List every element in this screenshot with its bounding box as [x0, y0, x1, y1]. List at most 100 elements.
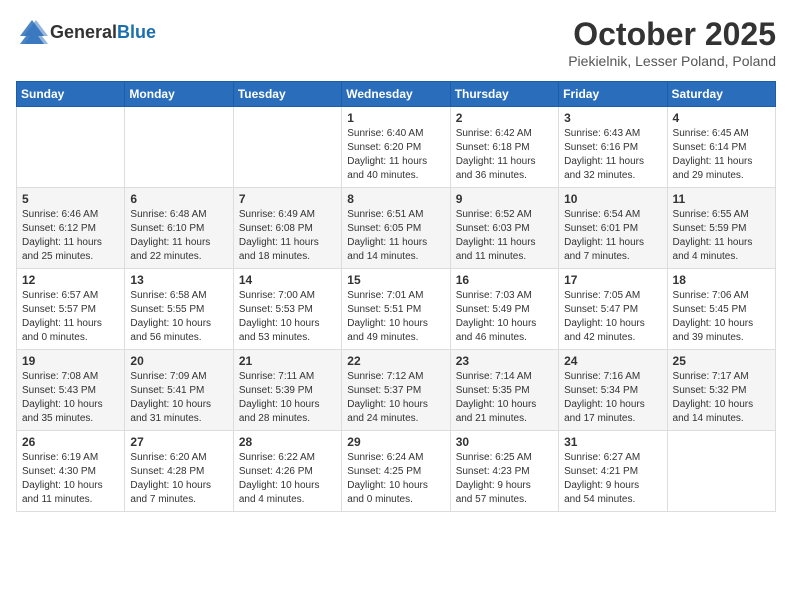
calendar-cell: 4 Sunrise: 6:45 AM Sunset: 6:14 PM Daylig… — [667, 107, 775, 188]
calendar-week-row: 26 Sunrise: 6:19 AM Sunset: 4:30 PM Dayli… — [17, 431, 776, 512]
day-info: Sunrise: 6:20 AM Sunset: 4:28 PM Dayligh… — [130, 451, 227, 507]
calendar-cell — [17, 107, 125, 188]
day-info: Sunrise: 7:03 AM Sunset: 5:49 PM Dayligh… — [456, 289, 553, 345]
day-info: Sunrise: 6:40 AM Sunset: 6:20 PM Dayligh… — [347, 127, 444, 183]
calendar-cell: 14 Sunrise: 7:00 AM Sunset: 5:53 PM Dayli… — [233, 269, 341, 350]
weekday-header-tuesday: Tuesday — [233, 82, 341, 107]
weekday-header-saturday: Saturday — [667, 82, 775, 107]
calendar-cell — [125, 107, 233, 188]
calendar-week-row: 1 Sunrise: 6:40 AM Sunset: 6:20 PM Daylig… — [17, 107, 776, 188]
calendar-cell: 29Sunrise: 6:24 AM Sunset: 4:25 PM Dayli… — [342, 431, 450, 512]
day-info: Sunrise: 7:08 AM Sunset: 5:43 PM Dayligh… — [22, 370, 119, 426]
day-info: Sunrise: 6:22 AM Sunset: 4:26 PM Dayligh… — [239, 451, 336, 507]
calendar-cell: 23 Sunrise: 7:14 AM Sunset: 5:35 PM Dayli… — [450, 350, 558, 431]
day-info: Sunrise: 7:17 AM Sunset: 5:32 PM Dayligh… — [673, 370, 770, 426]
calendar-cell: 6 Sunrise: 6:48 AM Sunset: 6:10 PM Daylig… — [125, 188, 233, 269]
calendar-cell: 10Sunrise: 6:54 AM Sunset: 6:01 PM Dayli… — [559, 188, 667, 269]
day-info: Sunrise: 6:49 AM Sunset: 6:08 PM Dayligh… — [239, 208, 336, 264]
weekday-header-friday: Friday — [559, 82, 667, 107]
day-number: 5 — [22, 192, 119, 206]
calendar-cell: 25Sunrise: 7:17 AM Sunset: 5:32 PM Dayli… — [667, 350, 775, 431]
day-number: 18 — [673, 273, 770, 287]
day-number: 9 — [456, 192, 553, 206]
day-info: Sunrise: 7:06 AM Sunset: 5:45 PM Dayligh… — [673, 289, 770, 345]
day-number: 27 — [130, 435, 227, 449]
calendar-cell: 26 Sunrise: 6:19 AM Sunset: 4:30 PM Dayli… — [17, 431, 125, 512]
day-number: 7 — [239, 192, 336, 206]
day-number: 19 — [22, 354, 119, 368]
calendar-cell: 24 Sunrise: 7:16 AM Sunset: 5:34 PM Dayli… — [559, 350, 667, 431]
day-number: 4 — [673, 111, 770, 125]
calendar-cell: 5Sunrise: 6:46 AM Sunset: 6:12 PM Daylig… — [17, 188, 125, 269]
day-info: Sunrise: 7:11 AM Sunset: 5:39 PM Dayligh… — [239, 370, 336, 426]
day-info: Sunrise: 7:16 AM Sunset: 5:34 PM Dayligh… — [564, 370, 661, 426]
calendar-week-row: 5Sunrise: 6:46 AM Sunset: 6:12 PM Daylig… — [17, 188, 776, 269]
day-info: Sunrise: 6:48 AM Sunset: 6:10 PM Dayligh… — [130, 208, 227, 264]
day-number: 3 — [564, 111, 661, 125]
title-block: October 2025 Piekielnik, Lesser Poland, … — [568, 16, 776, 69]
day-info: Sunrise: 6:42 AM Sunset: 6:18 PM Dayligh… — [456, 127, 553, 183]
day-number: 26 — [22, 435, 119, 449]
logo-icon — [16, 16, 48, 48]
day-number: 8 — [347, 192, 444, 206]
day-info: Sunrise: 6:58 AM Sunset: 5:55 PM Dayligh… — [130, 289, 227, 345]
calendar-table: SundayMondayTuesdayWednesdayThursdayFrid… — [16, 81, 776, 512]
day-number: 23 — [456, 354, 553, 368]
calendar-cell: 28 Sunrise: 6:22 AM Sunset: 4:26 PM Dayli… — [233, 431, 341, 512]
day-number: 29 — [347, 435, 444, 449]
weekday-header-sunday: Sunday — [17, 82, 125, 107]
logo-blue: Blue — [117, 22, 156, 42]
calendar-cell: 11Sunrise: 6:55 AM Sunset: 5:59 PM Dayli… — [667, 188, 775, 269]
day-info: Sunrise: 6:27 AM Sunset: 4:21 PM Dayligh… — [564, 451, 661, 507]
day-number: 12 — [22, 273, 119, 287]
day-info: Sunrise: 6:52 AM Sunset: 6:03 PM Dayligh… — [456, 208, 553, 264]
day-info: Sunrise: 6:55 AM Sunset: 5:59 PM Dayligh… — [673, 208, 770, 264]
day-info: Sunrise: 6:43 AM Sunset: 6:16 PM Dayligh… — [564, 127, 661, 183]
calendar-week-row: 12 Sunrise: 6:57 AM Sunset: 5:57 PM Dayli… — [17, 269, 776, 350]
calendar-cell: 7 Sunrise: 6:49 AM Sunset: 6:08 PM Daylig… — [233, 188, 341, 269]
day-number: 28 — [239, 435, 336, 449]
day-info: Sunrise: 6:57 AM Sunset: 5:57 PM Dayligh… — [22, 289, 119, 345]
calendar-cell: 17 Sunrise: 7:05 AM Sunset: 5:47 PM Dayli… — [559, 269, 667, 350]
calendar-cell: 8Sunrise: 6:51 AM Sunset: 6:05 PM Daylig… — [342, 188, 450, 269]
day-number: 6 — [130, 192, 227, 206]
calendar-cell: 22Sunrise: 7:12 AM Sunset: 5:37 PM Dayli… — [342, 350, 450, 431]
location: Piekielnik, Lesser Poland, Poland — [568, 53, 776, 69]
calendar-cell: 27 Sunrise: 6:20 AM Sunset: 4:28 PM Dayli… — [125, 431, 233, 512]
calendar-cell: 13 Sunrise: 6:58 AM Sunset: 5:55 PM Dayli… — [125, 269, 233, 350]
logo-general: General — [50, 22, 117, 42]
calendar-cell: 15 Sunrise: 7:01 AM Sunset: 5:51 PM Dayli… — [342, 269, 450, 350]
day-info: Sunrise: 7:12 AM Sunset: 5:37 PM Dayligh… — [347, 370, 444, 426]
day-info: Sunrise: 6:54 AM Sunset: 6:01 PM Dayligh… — [564, 208, 661, 264]
day-number: 13 — [130, 273, 227, 287]
calendar-cell: 19 Sunrise: 7:08 AM Sunset: 5:43 PM Dayli… — [17, 350, 125, 431]
logo: GeneralBlue — [16, 16, 156, 48]
calendar-cell: 12 Sunrise: 6:57 AM Sunset: 5:57 PM Dayli… — [17, 269, 125, 350]
weekday-header-thursday: Thursday — [450, 82, 558, 107]
day-number: 24 — [564, 354, 661, 368]
day-number: 30 — [456, 435, 553, 449]
calendar-cell: 9 Sunrise: 6:52 AM Sunset: 6:03 PM Daylig… — [450, 188, 558, 269]
weekday-header-monday: Monday — [125, 82, 233, 107]
day-number: 21 — [239, 354, 336, 368]
day-info: Sunrise: 7:05 AM Sunset: 5:47 PM Dayligh… — [564, 289, 661, 345]
calendar-week-row: 19 Sunrise: 7:08 AM Sunset: 5:43 PM Dayli… — [17, 350, 776, 431]
page-header: GeneralBlue October 2025 Piekielnik, Les… — [16, 16, 776, 69]
calendar-cell: 30Sunrise: 6:25 AM Sunset: 4:23 PM Dayli… — [450, 431, 558, 512]
calendar-cell — [667, 431, 775, 512]
day-number: 15 — [347, 273, 444, 287]
day-info: Sunrise: 7:01 AM Sunset: 5:51 PM Dayligh… — [347, 289, 444, 345]
day-info: Sunrise: 7:14 AM Sunset: 5:35 PM Dayligh… — [456, 370, 553, 426]
calendar-cell: 2Sunrise: 6:42 AM Sunset: 6:18 PM Daylig… — [450, 107, 558, 188]
calendar-cell: 16Sunrise: 7:03 AM Sunset: 5:49 PM Dayli… — [450, 269, 558, 350]
day-number: 17 — [564, 273, 661, 287]
calendar-cell: 31 Sunrise: 6:27 AM Sunset: 4:21 PM Dayli… — [559, 431, 667, 512]
calendar-cell — [233, 107, 341, 188]
day-info: Sunrise: 6:45 AM Sunset: 6:14 PM Dayligh… — [673, 127, 770, 183]
calendar-cell: 1 Sunrise: 6:40 AM Sunset: 6:20 PM Daylig… — [342, 107, 450, 188]
day-number: 14 — [239, 273, 336, 287]
day-info: Sunrise: 7:00 AM Sunset: 5:53 PM Dayligh… — [239, 289, 336, 345]
day-number: 1 — [347, 111, 444, 125]
day-number: 31 — [564, 435, 661, 449]
day-info: Sunrise: 6:19 AM Sunset: 4:30 PM Dayligh… — [22, 451, 119, 507]
